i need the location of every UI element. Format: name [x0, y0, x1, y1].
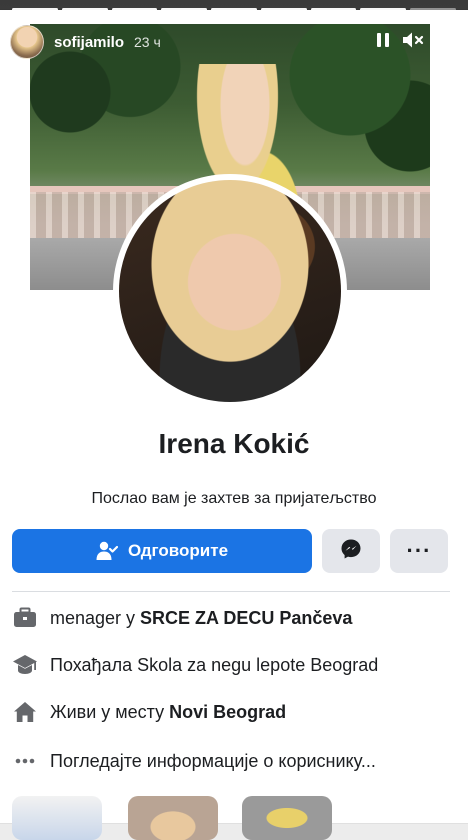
pause-button[interactable] [368, 27, 398, 57]
info-lives-place[interactable]: Novi Beograd [169, 702, 286, 723]
photo-thumbnail[interactable] [128, 796, 218, 840]
ellipsis-icon: ··· [406, 538, 432, 563]
info-see-more[interactable]: Погледајте информације о кориснику... [12, 746, 456, 776]
pause-icon [376, 32, 390, 53]
more-icon [432, 32, 454, 53]
profile-actions: Одговорите ··· [12, 529, 448, 573]
respond-button[interactable]: Одговорите [12, 529, 312, 573]
info-work-place[interactable]: SRCE ZA DECU Pančeva [140, 608, 352, 629]
profile-name: Irena Kokić [158, 428, 310, 459]
story-progress [12, 8, 457, 11]
story-more-button[interactable] [428, 27, 458, 57]
message-button[interactable] [322, 529, 380, 573]
messenger-icon [340, 538, 362, 565]
briefcase-icon [12, 605, 38, 631]
story-header: sofijamilo 23 ч [10, 24, 458, 60]
photo-thumbnail[interactable] [12, 796, 102, 840]
photo-thumbnail[interactable] [242, 796, 332, 840]
home-icon [12, 699, 38, 725]
avatar[interactable] [10, 25, 44, 59]
respond-label: Одговорите [127, 541, 229, 560]
graduation-cap-icon [12, 652, 38, 678]
volume-mute-icon [402, 31, 424, 54]
more-options-button[interactable]: ··· [390, 529, 448, 573]
info-school: Похађала Skola za negu lepote Beograd [12, 650, 456, 680]
info-work-prefix: menager у [50, 607, 141, 628]
see-more-text: Погледајте информације о кориснику... [50, 750, 376, 771]
person-respond-icon [96, 541, 118, 561]
info-lives: Живи у месту Novi Beograd [12, 697, 456, 727]
info-lives-prefix: Живи у месту [50, 701, 170, 722]
photo-thumbnails [12, 796, 456, 840]
info-work: menager у SRCE ZA DECU Pančeva [12, 603, 456, 633]
friend-request-text: Послао вам је захтев за пријатељство [91, 490, 377, 507]
ellipsis-icon [12, 748, 38, 774]
story-time: 23 ч [134, 34, 161, 50]
profile-picture[interactable] [113, 174, 347, 408]
info-school-text: Похађала Skola za negu lepote Beograd [50, 654, 379, 675]
mute-button[interactable] [398, 27, 428, 57]
story-username[interactable]: sofijamilo [54, 34, 124, 51]
profile-card: Irena Kokić Послао вам је захтев за приј… [0, 10, 468, 840]
divider [12, 591, 450, 592]
